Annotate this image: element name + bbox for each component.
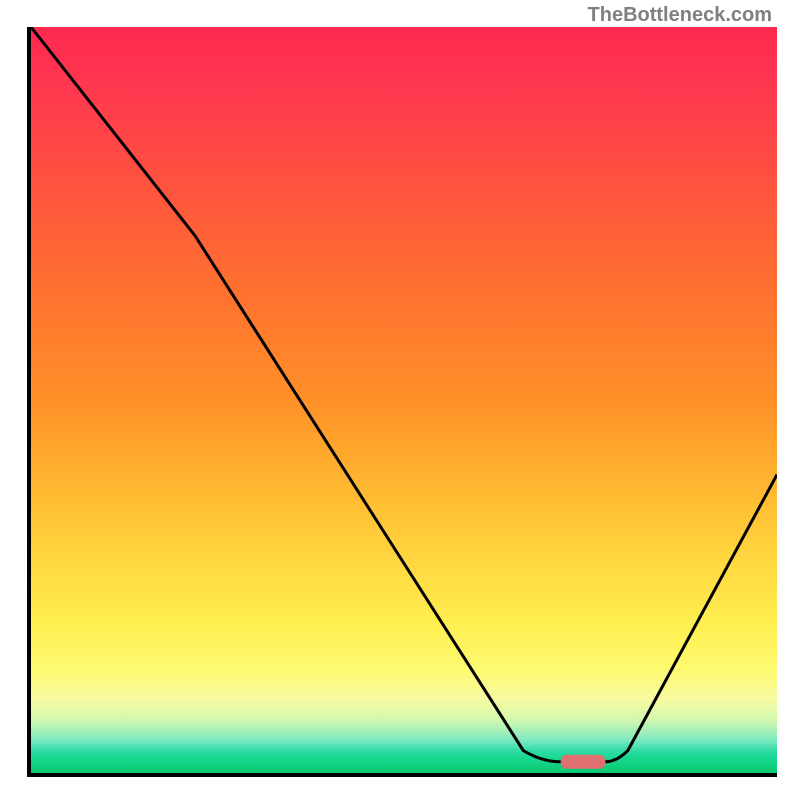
watermark-text: TheBottleneck.com <box>588 4 772 27</box>
chart-curve-svg <box>31 27 777 773</box>
chart-plot-area <box>27 27 777 777</box>
bottleneck-curve <box>31 27 777 762</box>
optimal-marker <box>561 755 606 769</box>
